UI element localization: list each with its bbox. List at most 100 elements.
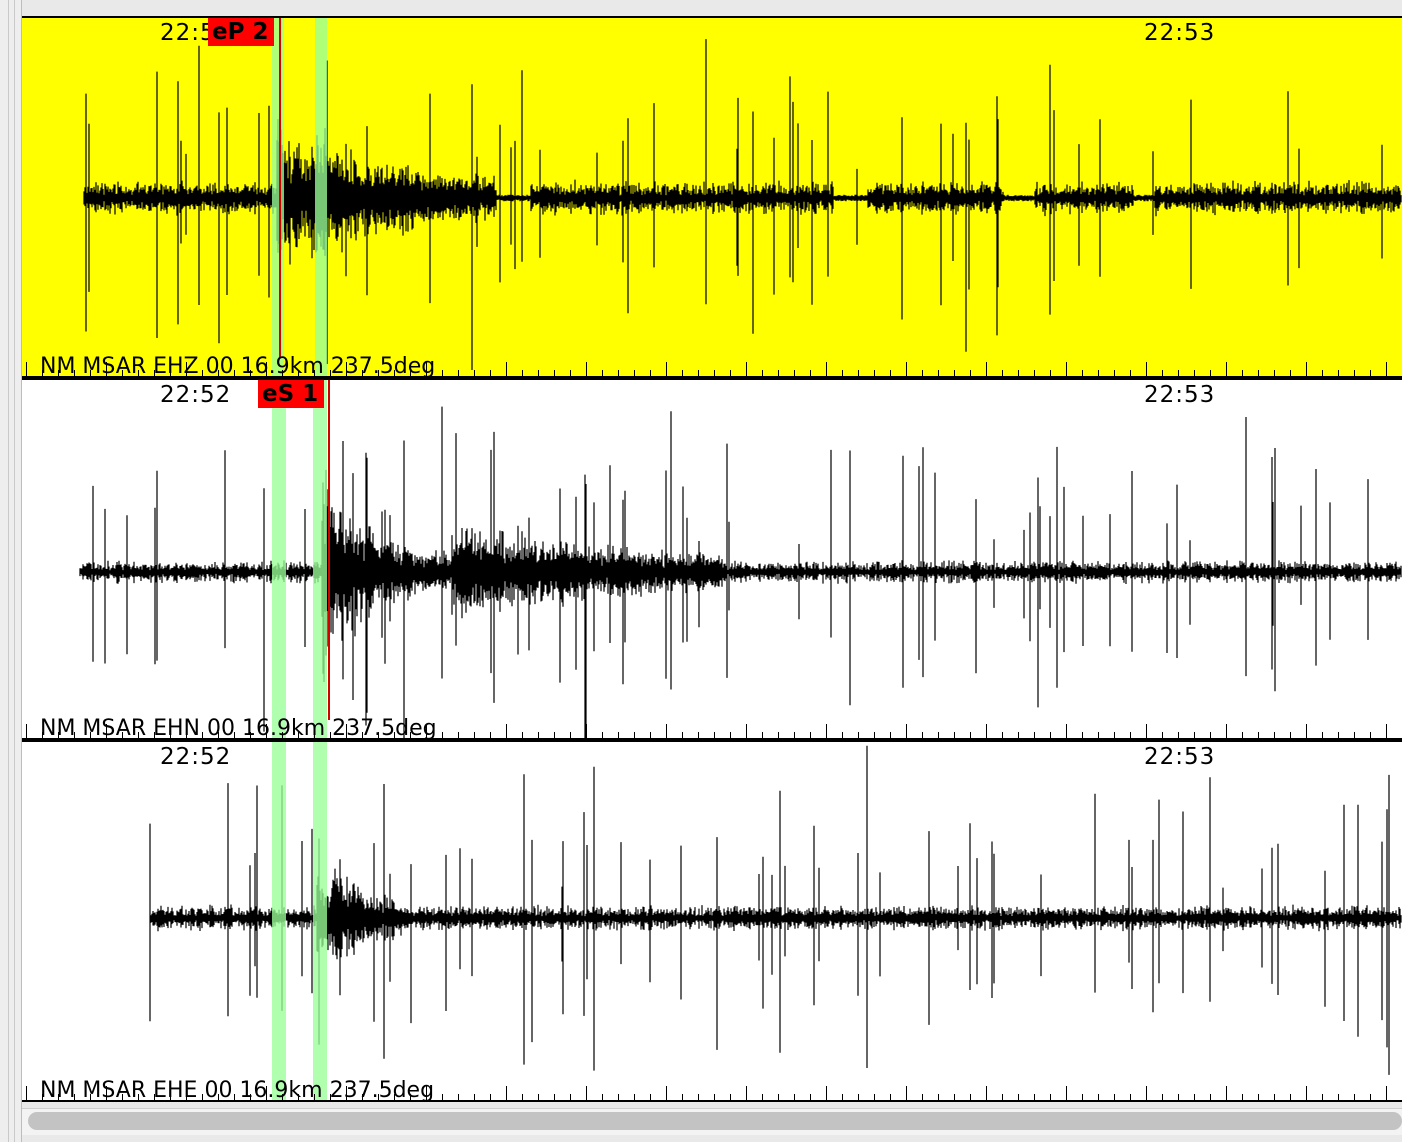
- axis-tick: [554, 1094, 555, 1100]
- axis-tick: [1290, 370, 1291, 376]
- scrollbar-thumb[interactable]: [28, 1112, 1402, 1130]
- axis-tick: [1146, 1086, 1147, 1100]
- axis-tick: [1098, 370, 1099, 376]
- axis-tick: [1098, 732, 1099, 738]
- pick-flag-ep[interactable]: eP 2: [208, 18, 275, 46]
- axis-tick: [1226, 724, 1227, 738]
- axis-tick: [730, 732, 731, 738]
- axis-tick: [1162, 1094, 1163, 1100]
- axis-tick: [746, 1086, 747, 1100]
- axis-tick: [762, 1094, 763, 1100]
- axis-tick: [1386, 362, 1387, 376]
- axis-tick: [602, 732, 603, 738]
- axis-tick: [970, 1094, 971, 1100]
- pick-marker-line[interactable]: [279, 18, 281, 358]
- waveform-ehe: [149, 745, 1402, 1075]
- axis-tick: [1050, 370, 1051, 376]
- axis-tick: [826, 724, 827, 738]
- time-label: 22:53: [1144, 744, 1216, 770]
- axis-tick: [714, 370, 715, 376]
- axis-tick: [938, 732, 939, 738]
- axis-tick: [986, 1086, 987, 1100]
- axis-tick: [1242, 1094, 1243, 1100]
- axis-tick: [906, 362, 907, 376]
- axis-tick: [1162, 732, 1163, 738]
- time-label: 22:52: [160, 744, 232, 770]
- axis-tick: [1114, 732, 1115, 738]
- axis-tick: [698, 370, 699, 376]
- axis-tick: [1210, 1094, 1211, 1100]
- axis-tick: [1306, 1086, 1307, 1100]
- axis-tick: [458, 732, 459, 738]
- axis-tick: [1002, 370, 1003, 376]
- axis-tick: [1194, 1094, 1195, 1100]
- axis-tick: [26, 1086, 27, 1100]
- axis-tick: [458, 370, 459, 376]
- window-left-border: [0, 0, 22, 1142]
- axis-tick: [442, 370, 443, 376]
- axis-tick: [842, 370, 843, 376]
- time-label: 22:52: [160, 382, 232, 408]
- axis-tick: [922, 1094, 923, 1100]
- pick-flag-es[interactable]: eS 1: [258, 380, 325, 408]
- axis-tick: [922, 732, 923, 738]
- axis-tick: [602, 370, 603, 376]
- axis-tick: [1306, 724, 1307, 738]
- axis-tick: [1370, 732, 1371, 738]
- axis-tick: [538, 370, 539, 376]
- axis-tick: [1370, 370, 1371, 376]
- axis-tick: [826, 362, 827, 376]
- axis-tick: [730, 1094, 731, 1100]
- axis-tick: [890, 732, 891, 738]
- axis-tick: [1082, 732, 1083, 738]
- axis-tick: [1018, 1094, 1019, 1100]
- phase-window-band: [272, 380, 286, 740]
- axis-tick: [794, 732, 795, 738]
- axis-tick: [570, 1094, 571, 1100]
- axis-tick: [1082, 370, 1083, 376]
- axis-tick: [954, 732, 955, 738]
- axis-tick: [1290, 1094, 1291, 1100]
- axis-tick: [762, 732, 763, 738]
- axis-tick: [538, 1094, 539, 1100]
- axis-tick: [1034, 370, 1035, 376]
- axis-tick: [954, 370, 955, 376]
- axis-tick: [618, 732, 619, 738]
- axis-tick: [986, 724, 987, 738]
- axis-tick: [1002, 732, 1003, 738]
- axis-tick: [938, 1094, 939, 1100]
- trace-panel-ehe[interactable]: 22:52 22:53 NM MSAR EHE 00 16.9km 237.5d…: [22, 740, 1402, 1102]
- seismogram-viewer: 22:5 eP 2 22:53 NM MSAR EHZ 00 16.9km 23…: [22, 0, 1402, 1112]
- axis-tick: [570, 370, 571, 376]
- axis-tick: [666, 1086, 667, 1100]
- axis-tick: [1226, 1086, 1227, 1100]
- waveform-trace: [149, 745, 1402, 1075]
- axis-tick: [874, 370, 875, 376]
- axis-tick: [1354, 732, 1355, 738]
- axis-tick: [1322, 732, 1323, 738]
- axis-tick: [1178, 370, 1179, 376]
- horizontal-scrollbar[interactable]: [22, 1108, 1402, 1135]
- axis-tick: [986, 362, 987, 376]
- axis-tick: [1002, 1094, 1003, 1100]
- channel-label: NM MSAR EHE 00 16.9km 237.5deg: [40, 1078, 435, 1102]
- axis-tick: [650, 370, 651, 376]
- axis-tick: [538, 732, 539, 738]
- axis-tick: [618, 370, 619, 376]
- axis-tick: [442, 1094, 443, 1100]
- trace-panel-ehz[interactable]: 22:5 eP 2 22:53 NM MSAR EHZ 00 16.9km 23…: [22, 16, 1402, 378]
- axis-tick: [634, 370, 635, 376]
- pick-marker-line[interactable]: [328, 380, 330, 720]
- axis-tick: [1194, 732, 1195, 738]
- axis-tick: [810, 370, 811, 376]
- axis-tick: [1066, 1086, 1067, 1100]
- axis-tick: [1130, 1094, 1131, 1100]
- axis-tick: [1274, 370, 1275, 376]
- axis-tick: [522, 1094, 523, 1100]
- axis-tick: [794, 370, 795, 376]
- trace-panel-ehn[interactable]: 22:52 eS 1 22:53 NM MSAR EHN 00 16.9km 2…: [22, 378, 1402, 740]
- axis-tick: [554, 370, 555, 376]
- axis-tick: [1226, 362, 1227, 376]
- axis-tick: [1274, 1094, 1275, 1100]
- axis-tick: [490, 1094, 491, 1100]
